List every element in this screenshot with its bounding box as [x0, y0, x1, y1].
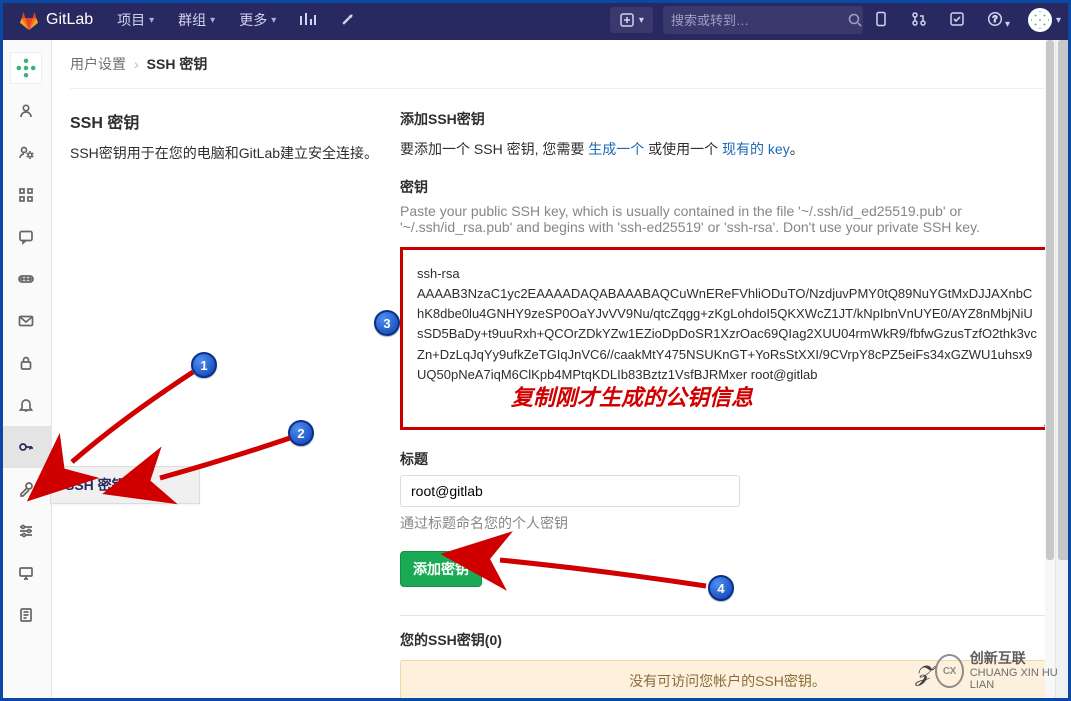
nav-activity-icon[interactable]: [290, 3, 326, 38]
chevron-down-icon: ▾: [271, 15, 276, 26]
svg-text:?: ?: [992, 14, 998, 24]
title-help-text: 通过标题命名您的个人密钥: [400, 513, 1055, 533]
watermark-brand: 创新互联: [970, 651, 1065, 666]
annotation-step-1: 1: [191, 352, 217, 378]
watermark: CX 创新互联 CHUANG XIN HU LIAN: [935, 651, 1065, 691]
sidebar-item-notifications[interactable]: [0, 384, 52, 426]
breadcrumb-current: SSH 密钥: [147, 54, 208, 74]
nav-groups[interactable]: 群组 ▾: [168, 2, 225, 38]
annotation-note: 复制刚才生成的公钥信息: [511, 380, 753, 412]
top-navbar: GitLab 项目 ▾ 群组 ▾ 更多 ▾ ▾ ?▾: [0, 0, 1071, 40]
watermark-squiggle-icon: 𝓩: [915, 661, 931, 687]
divider: [400, 615, 1055, 616]
plus-icon: [619, 12, 635, 28]
chevron-down-icon: ▾: [639, 15, 644, 26]
key-label: 密钥: [400, 177, 1055, 197]
annotation-step-3: 3: [374, 310, 400, 336]
sidebar-item-emails[interactable]: [0, 300, 52, 342]
settings-description-pane: SSH 密钥 SSH密钥用于在您的电脑和GitLab建立安全连接。: [70, 109, 380, 701]
settings-sidebar: [0, 40, 52, 701]
nav-projects-label: 项目: [117, 10, 145, 30]
page-scrollbar[interactable]: [1055, 40, 1071, 701]
sidebar-item-profile[interactable]: [0, 90, 52, 132]
chevron-down-icon: ▾: [149, 15, 154, 26]
scrollbar-thumb-inner[interactable]: [1046, 40, 1054, 560]
sidebar-avatar[interactable]: [10, 52, 42, 84]
nav-wrench-icon[interactable]: [330, 3, 366, 38]
help-dropdown[interactable]: ?▾: [977, 3, 1020, 38]
sidebar-flyout-label: SSH 密钥: [65, 475, 126, 495]
existing-key-link[interactable]: 现有的 key: [722, 141, 790, 157]
page-description: SSH密钥用于在您的电脑和GitLab建立安全连接。: [70, 143, 380, 164]
new-dropdown[interactable]: ▾: [610, 7, 653, 33]
sidebar-item-preferences[interactable]: [0, 510, 52, 552]
ssh-key-title-input[interactable]: [400, 475, 740, 507]
chevron-down-icon: ▾: [1005, 19, 1010, 30]
nav-groups-label: 群组: [178, 10, 206, 30]
user-avatar-dropdown[interactable]: [1028, 8, 1052, 32]
scrollbar-thumb-outer[interactable]: [1058, 40, 1069, 560]
chevron-down-icon: ▾: [210, 15, 215, 26]
search-icon: [847, 12, 863, 28]
sidebar-item-applications[interactable]: [0, 174, 52, 216]
issues-icon[interactable]: [863, 3, 899, 38]
nav-left-cluster: GitLab 项目 ▾ 群组 ▾ 更多 ▾: [8, 2, 366, 38]
merge-requests-icon[interactable]: [901, 3, 937, 38]
sidebar-item-chat[interactable]: [0, 216, 52, 258]
chevron-down-icon: ▾: [1056, 15, 1061, 26]
add-key-button[interactable]: 添加密钥: [400, 551, 482, 587]
watermark-logo-icon: CX: [935, 654, 964, 688]
sidebar-item-password[interactable]: [0, 342, 52, 384]
breadcrumb-parent[interactable]: 用户设置: [70, 54, 126, 74]
breadcrumb: 用户设置 › SSH 密钥: [70, 40, 1055, 89]
key-help-text: Paste your public SSH key, which is usua…: [400, 203, 1055, 235]
brand-name: GitLab: [46, 11, 93, 29]
todos-icon[interactable]: [939, 3, 975, 38]
nav-right-cluster: ?▾ ▾: [863, 3, 1061, 38]
annotation-step-2: 2: [288, 420, 314, 446]
nav-more-label: 更多: [239, 10, 267, 30]
search-input[interactable]: [671, 13, 847, 28]
brand-block[interactable]: GitLab: [8, 10, 103, 30]
your-keys-title: 您的SSH密钥(0): [400, 630, 1055, 650]
form-description: 要添加一个 SSH 密钥, 您需要 生成一个 或使用一个 现有的 key。: [400, 139, 1055, 159]
avatar-icon: [1031, 11, 1049, 29]
chevron-right-icon: ›: [134, 56, 139, 72]
title-label: 标题: [400, 449, 1055, 469]
form-title: 添加SSH密钥: [400, 109, 1055, 129]
nav-projects[interactable]: 项目 ▾: [107, 2, 164, 38]
sidebar-flyout-sshkeys[interactable]: SSH 密钥: [50, 466, 200, 504]
generate-key-link[interactable]: 生成一个: [588, 141, 644, 157]
sidebar-item-authentication-log[interactable]: [0, 594, 52, 636]
sidebar-item-account[interactable]: [0, 132, 52, 174]
annotation-step-4: 4: [708, 575, 734, 601]
sidebar-item-gpg-keys[interactable]: [0, 468, 52, 510]
sidebar-item-access-tokens[interactable]: [0, 258, 52, 300]
identicon-icon: [14, 56, 38, 80]
sidebar-item-active-sessions[interactable]: [0, 552, 52, 594]
sidebar-item-ssh-keys[interactable]: [0, 426, 52, 468]
global-search[interactable]: [663, 6, 863, 34]
nav-more[interactable]: 更多 ▾: [229, 2, 286, 38]
gitlab-logo-icon: [18, 10, 40, 30]
watermark-sub: CHUANG XIN HU LIAN: [970, 667, 1065, 691]
page-title: SSH 密钥: [70, 109, 380, 133]
